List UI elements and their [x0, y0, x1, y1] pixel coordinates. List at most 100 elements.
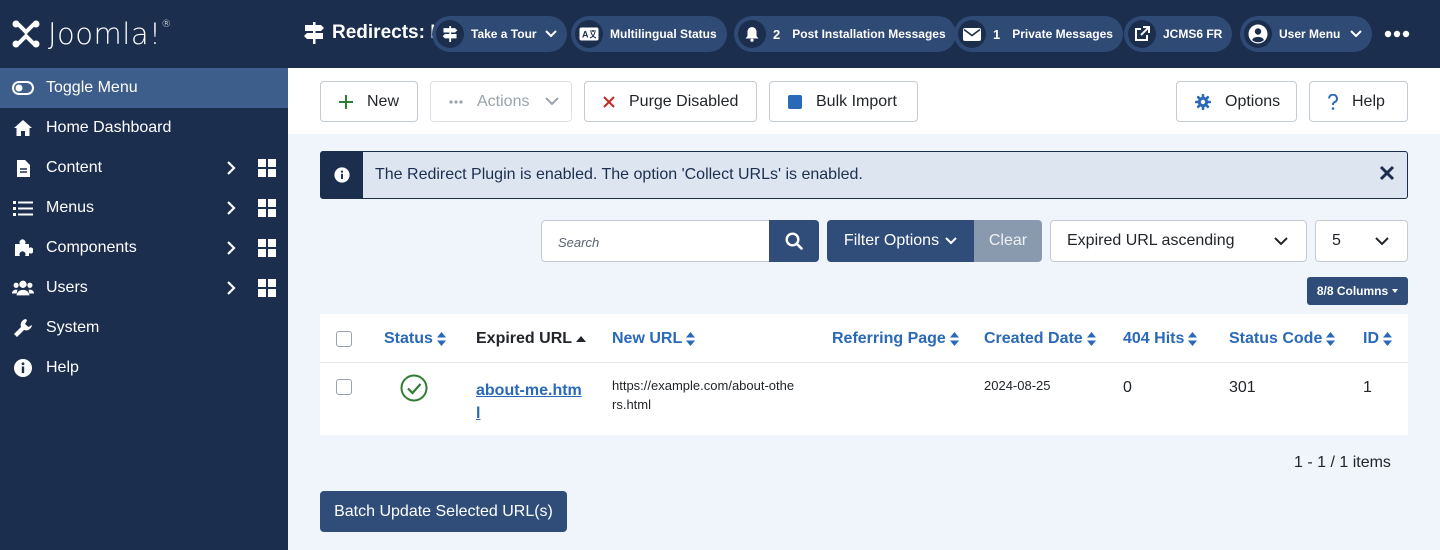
help-button[interactable]: Help: [1309, 81, 1408, 122]
columns-dropdown-button[interactable]: 8/8 Columns: [1307, 277, 1408, 305]
sidebar-item-content[interactable]: Content: [0, 148, 288, 188]
column-header-new-url[interactable]: New URL: [612, 330, 696, 348]
chevron-down-icon: [1357, 221, 1407, 261]
chevron-down-icon: [545, 97, 560, 106]
sort-icon: [1086, 332, 1096, 346]
post-installation-messages-button[interactable]: 2 Post Installation Messages: [734, 16, 956, 52]
column-header-created-date[interactable]: Created Date: [984, 330, 1096, 348]
chevron-down-icon: [544, 30, 557, 38]
table-divider: [320, 362, 1408, 363]
ellipsis-icon: [449, 99, 463, 104]
sidebar-item-users[interactable]: Users: [0, 268, 288, 308]
sidebar-item-home-dashboard[interactable]: Home Dashboard: [0, 108, 288, 148]
search-button[interactable]: [769, 220, 819, 262]
ordering-select[interactable]: Expired URL ascending: [1050, 220, 1307, 262]
pagination-counter: 1 - 1 / 1 items: [1294, 454, 1391, 471]
home-icon: [12, 117, 34, 139]
sidebar-item-label: System: [46, 319, 100, 336]
bulk-import-button[interactable]: Bulk Import: [769, 81, 918, 122]
sidebar-item-components[interactable]: Components: [0, 228, 288, 268]
column-header-expired-url[interactable]: Expired URL: [476, 330, 587, 348]
filter-options-button[interactable]: Filter Options: [827, 220, 974, 262]
sort-icon: [1383, 332, 1392, 346]
dashboard-grid-icon[interactable]: [258, 199, 276, 217]
question-icon: [1328, 93, 1338, 110]
joomla-logo[interactable]: Joomla!®: [0, 0, 288, 68]
sort-icon: [1188, 332, 1198, 346]
sidebar-item-toggle-menu[interactable]: Toggle Menu: [0, 68, 288, 108]
plus-icon: [339, 94, 353, 109]
user-menu-button[interactable]: User Menu: [1240, 16, 1373, 52]
puzzle-icon: [12, 237, 34, 259]
toggle-icon: [12, 77, 34, 99]
column-header-status[interactable]: Status: [384, 330, 446, 348]
info-icon: [12, 357, 34, 379]
dashboard-grid-icon[interactable]: [258, 239, 276, 257]
envelope-icon: [958, 20, 986, 48]
dashboard-grid-icon[interactable]: [258, 279, 276, 297]
sidebar-item-label: Components: [46, 239, 137, 256]
site-link-button[interactable]: JCMS6 FR: [1124, 16, 1233, 52]
external-link-icon: [1128, 20, 1156, 48]
purge-disabled-button[interactable]: Purge Disabled: [584, 81, 757, 122]
user-icon: [1244, 20, 1272, 48]
new-button[interactable]: New: [320, 81, 418, 122]
gear-icon: [1195, 93, 1211, 110]
more-options-icon[interactable]: [1384, 30, 1410, 38]
id-cell: 1: [1363, 379, 1372, 396]
sort-icon: [949, 332, 959, 346]
list-limit-select[interactable]: 5: [1315, 220, 1408, 262]
chevron-down-icon: [1256, 221, 1306, 261]
sidebar-item-label: Users: [46, 279, 88, 296]
redirects-table: Status Expired URL New URL Referring Pag…: [320, 314, 1408, 435]
sidebar-item-system[interactable]: System: [0, 308, 288, 348]
expired-url-link[interactable]: about-me.htm l: [476, 379, 582, 425]
square-icon: [788, 94, 802, 109]
sidebar-item-label: Toggle Menu: [46, 79, 138, 96]
header: Redirects: Links Take a Tour A Multiling…: [288, 0, 1440, 68]
alert-message: The Redirect Plugin is enabled. The opti…: [375, 166, 863, 183]
batch-update-button[interactable]: Batch Update Selected URL(s): [320, 491, 567, 532]
info-alert: The Redirect Plugin is enabled. The opti…: [320, 151, 1408, 199]
sort-icon: [1326, 332, 1336, 346]
caret-down-icon: [1392, 289, 1399, 293]
chevron-right-icon[interactable]: [226, 240, 236, 256]
dashboard-grid-icon[interactable]: [258, 159, 276, 177]
column-header-id[interactable]: ID: [1363, 330, 1392, 348]
take-tour-button[interactable]: Take a Tour: [432, 16, 567, 52]
list-icon: [12, 197, 34, 219]
users-icon: [12, 277, 34, 299]
column-header-404-hits[interactable]: 404 Hits: [1123, 330, 1198, 348]
close-icon[interactable]: [1379, 165, 1395, 181]
times-icon: [603, 95, 615, 108]
clear-button[interactable]: Clear: [974, 220, 1042, 262]
published-check-icon[interactable]: [400, 374, 428, 402]
chevron-right-icon[interactable]: [226, 280, 236, 296]
toolbar: New Actions Purge Disabled Bulk Import O…: [288, 68, 1440, 134]
signpost-icon: [436, 20, 464, 48]
multilingual-status-button[interactable]: A Multilingual Status: [571, 16, 727, 52]
row-checkbox[interactable]: [336, 379, 352, 395]
sidebar-item-label: Content: [46, 159, 103, 176]
chevron-right-icon[interactable]: [226, 160, 236, 176]
options-button[interactable]: Options: [1176, 81, 1297, 122]
sidebar-item-help[interactable]: Help: [0, 348, 288, 388]
chevron-down-icon: [945, 237, 957, 245]
language-icon: A: [575, 20, 603, 48]
sidebar-item-label: Menus: [46, 199, 95, 216]
chevron-down-icon: [1350, 30, 1363, 38]
column-header-status-code[interactable]: Status Code: [1229, 330, 1336, 348]
search-input[interactable]: Search: [541, 220, 770, 262]
column-header-referring-page[interactable]: Referring Page: [832, 330, 959, 348]
info-circle-icon: [321, 152, 363, 198]
sidebar-item-menus[interactable]: Menus: [0, 188, 288, 228]
notification-count: 2: [773, 26, 781, 42]
sidebar: Joomla!® Toggle Menu Home Dashboard Cont…: [0, 0, 288, 550]
select-all-checkbox[interactable]: [336, 331, 352, 347]
joomla-logo-icon: [12, 20, 40, 48]
chevron-right-icon[interactable]: [226, 200, 236, 216]
actions-dropdown[interactable]: Actions: [430, 81, 572, 122]
private-messages-button[interactable]: 1 Private Messages: [954, 16, 1123, 52]
sort-icon: [686, 332, 696, 346]
sort-ascending-icon: [576, 335, 587, 342]
